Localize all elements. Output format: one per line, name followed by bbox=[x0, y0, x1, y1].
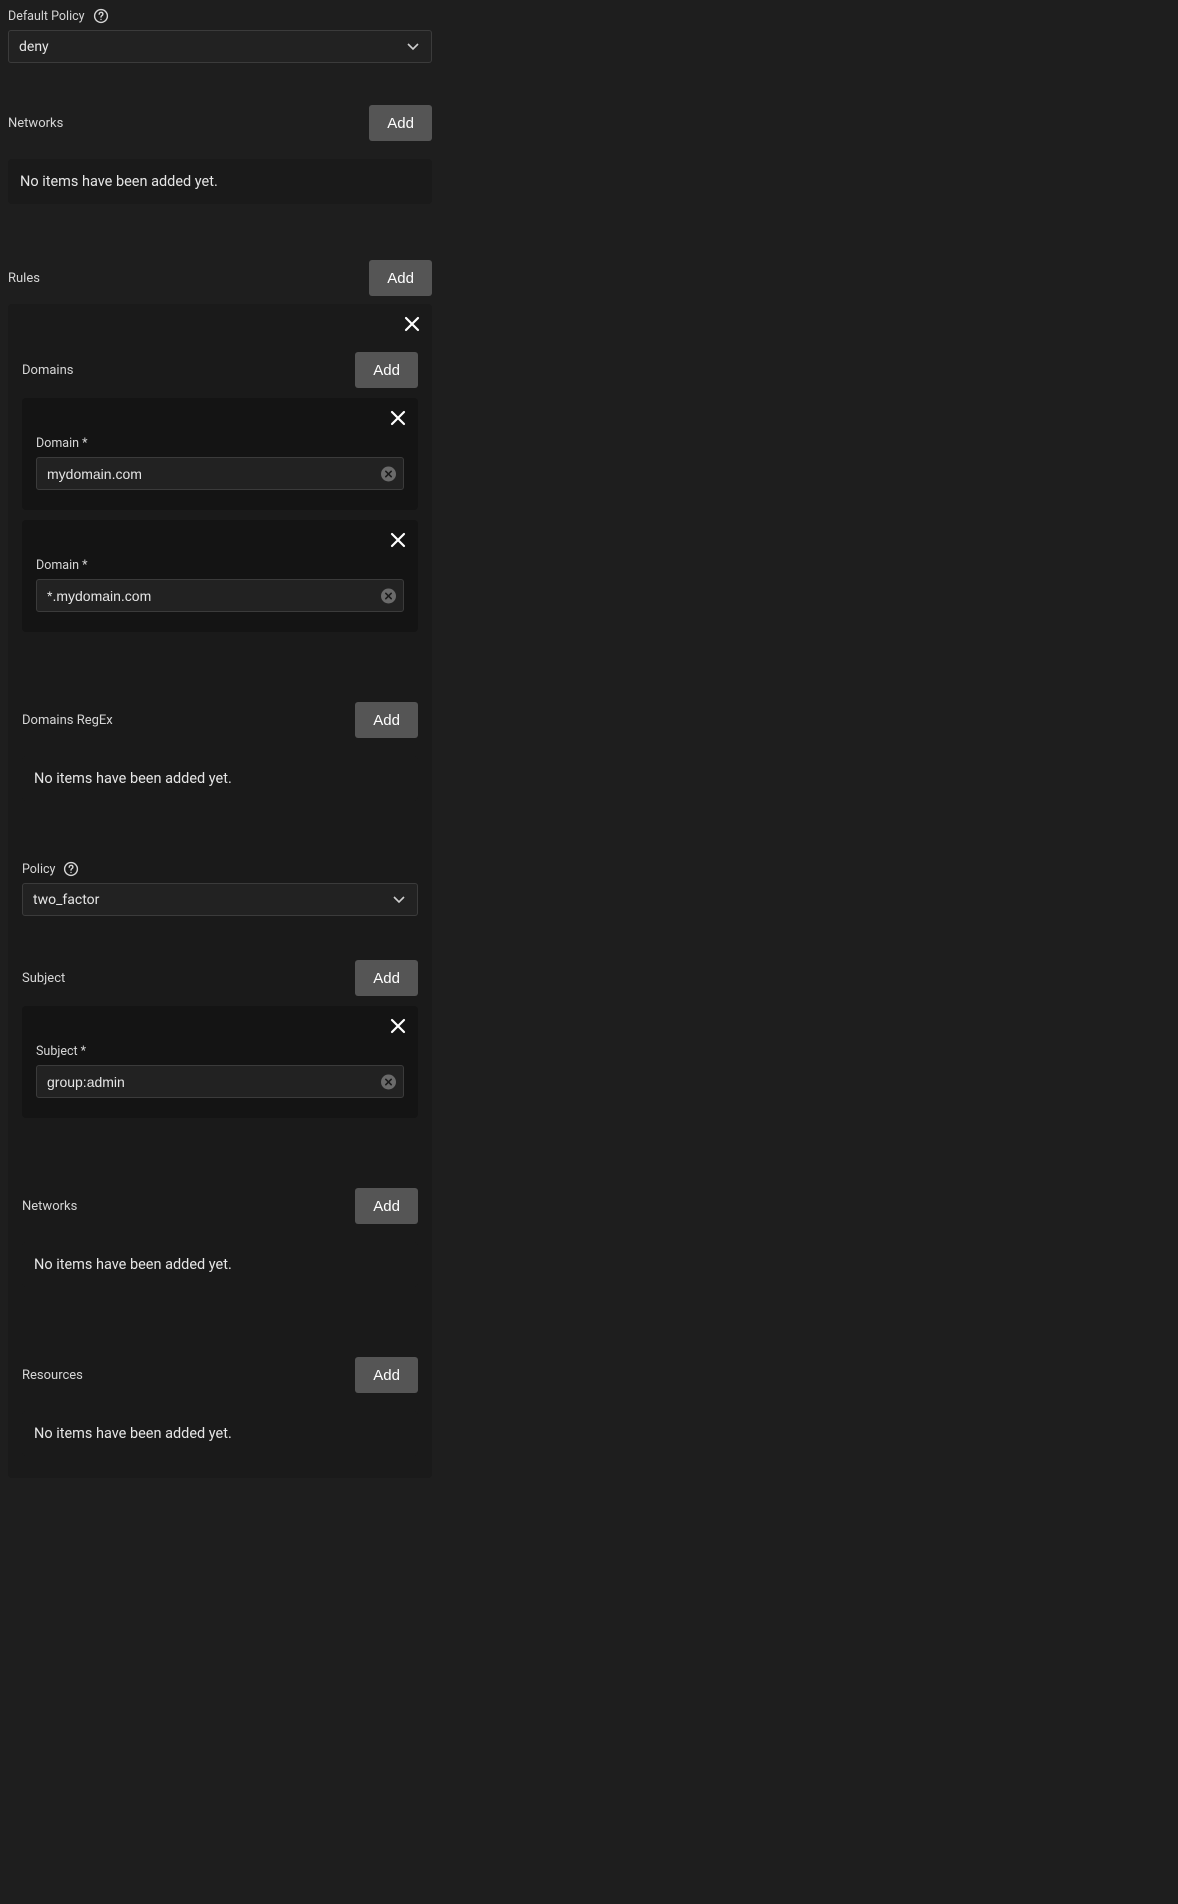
domains-regex-title: Domains RegEx bbox=[22, 713, 113, 728]
subject-title: Subject bbox=[22, 971, 65, 986]
clear-icon[interactable] bbox=[381, 588, 396, 603]
rule-networks-empty: No items have been added yet. bbox=[22, 1242, 418, 1287]
subject-section: Subject Add Subject * bbox=[22, 960, 418, 1118]
domain-input[interactable] bbox=[36, 579, 404, 612]
domains-regex-empty: No items have been added yet. bbox=[22, 756, 418, 801]
domain-item: Domain * bbox=[22, 520, 418, 632]
rule-policy-field: Policy two_factor bbox=[22, 861, 418, 916]
networks-add-button[interactable]: Add bbox=[369, 105, 432, 141]
help-icon[interactable] bbox=[63, 861, 79, 877]
resources-add-button[interactable]: Add bbox=[355, 1357, 418, 1393]
rule-card: Domains Add Domain * bbox=[8, 304, 432, 1478]
domain-field-label: Domain * bbox=[36, 436, 404, 451]
help-icon[interactable] bbox=[93, 8, 109, 24]
chevron-down-icon bbox=[393, 892, 405, 908]
default-policy-label-row: Default Policy bbox=[8, 8, 432, 24]
subject-add-button[interactable]: Add bbox=[355, 960, 418, 996]
domains-regex-section: Domains RegEx Add No items have been add… bbox=[22, 702, 418, 801]
subject-input[interactable] bbox=[36, 1065, 404, 1098]
rule-networks-add-button[interactable]: Add bbox=[355, 1188, 418, 1224]
settings-form: Default Policy deny Networks Add No item… bbox=[0, 0, 440, 1486]
chevron-down-icon bbox=[407, 39, 419, 55]
domains-title: Domains bbox=[22, 363, 73, 378]
rules-add-button[interactable]: Add bbox=[369, 260, 432, 296]
rule-networks-title: Networks bbox=[22, 1199, 77, 1214]
close-icon[interactable] bbox=[384, 404, 412, 432]
clear-icon[interactable] bbox=[381, 1074, 396, 1089]
close-icon[interactable] bbox=[384, 526, 412, 554]
rules-title: Rules bbox=[8, 271, 40, 286]
networks-title: Networks bbox=[8, 116, 63, 131]
resources-empty: No items have been added yet. bbox=[22, 1411, 418, 1456]
rules-section: Rules Add Domains Add Domain * bbox=[8, 260, 432, 1478]
domain-item: Domain * bbox=[22, 398, 418, 510]
rule-policy-label: Policy bbox=[22, 862, 55, 877]
default-policy-value: deny bbox=[19, 39, 49, 55]
default-policy-label: Default Policy bbox=[8, 9, 85, 24]
rule-policy-value: two_factor bbox=[33, 892, 99, 908]
rule-policy-select[interactable]: two_factor bbox=[22, 883, 418, 916]
networks-section: Networks Add No items have been added ye… bbox=[8, 105, 432, 204]
subject-field-label: Subject * bbox=[36, 1044, 404, 1059]
default-policy-select[interactable]: deny bbox=[8, 30, 432, 63]
domains-add-button[interactable]: Add bbox=[355, 352, 418, 388]
domain-field-label: Domain * bbox=[36, 558, 404, 573]
resources-title: Resources bbox=[22, 1368, 83, 1383]
domains-section: Domains Add Domain * bbox=[22, 352, 418, 632]
subject-item: Subject * bbox=[22, 1006, 418, 1118]
clear-icon[interactable] bbox=[381, 466, 396, 481]
networks-empty: No items have been added yet. bbox=[8, 159, 432, 204]
close-icon[interactable] bbox=[398, 310, 426, 338]
close-icon[interactable] bbox=[384, 1012, 412, 1040]
domains-regex-add-button[interactable]: Add bbox=[355, 702, 418, 738]
domain-input[interactable] bbox=[36, 457, 404, 490]
resources-section: Resources Add No items have been added y… bbox=[22, 1357, 418, 1456]
rule-networks-section: Networks Add No items have been added ye… bbox=[22, 1188, 418, 1287]
